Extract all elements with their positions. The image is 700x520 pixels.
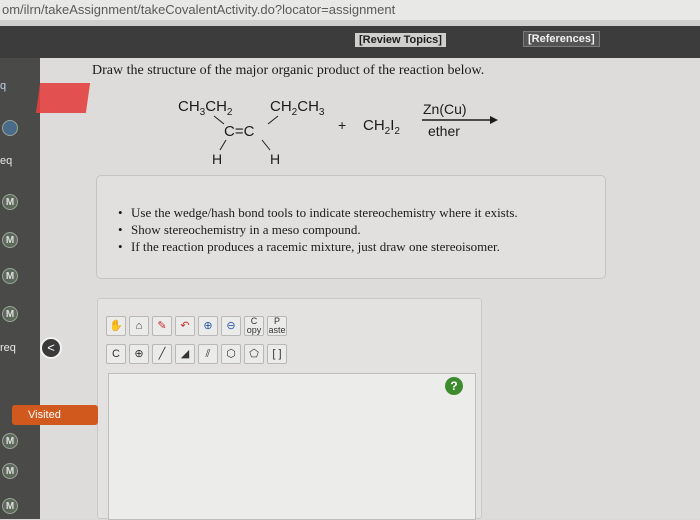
bond-line bbox=[219, 139, 227, 151]
sidebar-item-chip[interactable]: M bbox=[2, 232, 18, 248]
double-bond-label: C=C bbox=[224, 123, 255, 140]
hash-bond-icon[interactable]: ⫽ bbox=[198, 344, 218, 364]
element-select[interactable]: C bbox=[106, 344, 126, 364]
red-highlight-mark bbox=[35, 83, 91, 113]
hand-tool-icon[interactable]: ✋ bbox=[106, 316, 126, 336]
instructions-box: Use the wedge/hash bond tools to indicat… bbox=[96, 175, 606, 279]
sidebar-item-chip[interactable]: M bbox=[2, 433, 18, 449]
reagent-formula: CH2I2 bbox=[363, 117, 400, 137]
single-bond-icon[interactable]: ╱ bbox=[152, 344, 172, 364]
sidebar-item-chip[interactable]: M bbox=[2, 306, 18, 322]
sidebar-item-label[interactable]: q bbox=[0, 80, 6, 92]
erase-tool-icon[interactable]: ⌂ bbox=[129, 316, 149, 336]
ring-hexagon-icon[interactable]: ⬡ bbox=[221, 344, 241, 364]
zoom-in-icon[interactable]: ⊕ bbox=[198, 316, 218, 336]
structure-drawing-tool: ✋ ⌂ ✎ ↶ ⊕ ⊖ Copy Paste C ⊕ ╱ ◢ ⫽ ⬡ ⬠ [ ]… bbox=[97, 298, 482, 520]
sidebar-item-chip[interactable]: M bbox=[2, 463, 18, 479]
undo-tool-icon[interactable]: ↶ bbox=[175, 316, 195, 336]
instruction-item: Show stereochemistry in a meso compound. bbox=[118, 221, 518, 238]
question-page: Draw the structure of the major organic … bbox=[40, 58, 700, 520]
question-prompt: Draw the structure of the major organic … bbox=[92, 63, 485, 78]
url-bar[interactable]: om/ilrn/takeAssignment/takeCovalentActiv… bbox=[0, 0, 700, 20]
bond-line bbox=[267, 115, 279, 125]
header-band: [Review Topics] [References] bbox=[0, 20, 700, 58]
help-button[interactable]: ? bbox=[445, 377, 463, 395]
sidebar-item-chip[interactable]: M bbox=[2, 498, 18, 514]
charge-button[interactable]: ⊕ bbox=[129, 344, 149, 364]
instruction-item: Use the wedge/hash bond tools to indicat… bbox=[118, 204, 518, 221]
sidebar-item-label[interactable]: eq bbox=[0, 155, 12, 167]
instruction-item: If the reaction produces a racemic mixtu… bbox=[118, 238, 518, 255]
references-link[interactable]: [References] bbox=[523, 31, 600, 47]
sidebar-item-chip[interactable]: M bbox=[2, 268, 18, 284]
sidebar-item-label[interactable]: req bbox=[0, 342, 16, 354]
sidebar: q eq M M M M req M M M bbox=[0, 58, 40, 519]
zoom-out-icon[interactable]: ⊖ bbox=[221, 316, 241, 336]
toolbar-row-2: C ⊕ ╱ ◢ ⫽ ⬡ ⬠ [ ] bbox=[106, 343, 287, 365]
sidebar-item-chip[interactable]: M bbox=[2, 194, 18, 210]
pencil-tool-icon[interactable]: ✎ bbox=[152, 316, 172, 336]
url-text: om/ilrn/takeAssignment/takeCovalentActiv… bbox=[2, 2, 396, 17]
arrow-head bbox=[490, 116, 498, 124]
drawing-canvas[interactable] bbox=[108, 373, 476, 520]
toolbar-row-1: ✋ ⌂ ✎ ↶ ⊕ ⊖ Copy Paste bbox=[106, 315, 287, 337]
hydrogen-right: H bbox=[270, 151, 280, 167]
copy-button[interactable]: Copy bbox=[244, 316, 264, 336]
bond-line bbox=[213, 115, 225, 125]
substituent-right: CH2CH3 bbox=[270, 98, 325, 118]
paste-button[interactable]: Paste bbox=[267, 316, 287, 336]
sidebar-item-icon[interactable] bbox=[2, 120, 18, 136]
visited-badge: Visited bbox=[12, 405, 98, 425]
plus-sign: + bbox=[338, 117, 346, 133]
wedge-bond-icon[interactable]: ◢ bbox=[175, 344, 195, 364]
substituent-left: CH3CH2 bbox=[178, 98, 233, 118]
bond-line bbox=[261, 139, 271, 151]
ring-pentagon-icon[interactable]: ⬠ bbox=[244, 344, 264, 364]
hydrogen-left: H bbox=[212, 151, 222, 167]
reagent-label: Zn(Cu) bbox=[423, 101, 467, 117]
review-topics-link[interactable]: [Review Topics] bbox=[355, 33, 446, 47]
bracket-button[interactable]: [ ] bbox=[267, 344, 287, 364]
solvent-label: ether bbox=[428, 123, 460, 139]
collapse-button[interactable]: < bbox=[40, 337, 62, 359]
